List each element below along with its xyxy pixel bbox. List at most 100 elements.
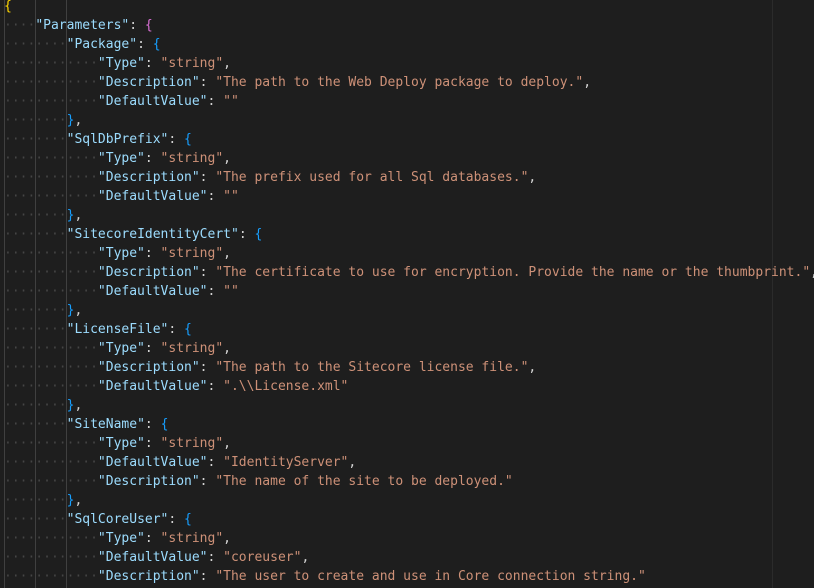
code-token-ws: ············ xyxy=(4,474,98,489)
code-token-str: "The path to the Sitecore license file." xyxy=(215,360,529,375)
code-token-str: "string" xyxy=(160,56,224,71)
code-line[interactable]: ············"Description": "The prefix u… xyxy=(4,168,536,187)
code-token-brace-3: { xyxy=(184,322,192,337)
code-line[interactable]: ········"SqlDbPrefix": { xyxy=(4,130,192,149)
code-token-str: ".\\License.xml" xyxy=(223,379,349,394)
code-token-key: "Type" xyxy=(97,246,145,261)
code-token-str: "The certificate to use for encryption. … xyxy=(215,265,811,280)
code-line[interactable]: ············"DefaultValue": "" xyxy=(4,282,239,301)
code-token-ws: ········ xyxy=(4,512,67,527)
code-line[interactable]: { xyxy=(4,0,12,16)
code-line[interactable]: ············"Type": "string", xyxy=(4,244,231,263)
code-line[interactable]: ············"Type": "string", xyxy=(4,54,231,73)
code-token-str: "" xyxy=(223,94,239,109)
code-token-str: "The prefix used for all Sql databases." xyxy=(215,170,529,185)
code-line[interactable]: ············"Description": "The path to … xyxy=(4,73,591,92)
code-editor[interactable]: {····"Parameters": {········"Package": {… xyxy=(0,0,814,588)
code-token-punc: , xyxy=(348,455,357,470)
code-line[interactable]: ········"SqlCoreUser": { xyxy=(4,510,192,529)
code-token-brace-3: { xyxy=(184,512,192,527)
code-token-ws: ············ xyxy=(4,379,98,394)
code-token-punc: : xyxy=(199,170,216,185)
code-token-str: "" xyxy=(223,189,239,204)
code-token-key: "Type" xyxy=(97,56,145,71)
code-line[interactable]: ············"Description": "The certific… xyxy=(4,263,814,282)
code-token-key: "Type" xyxy=(97,531,145,546)
code-token-brace-3: { xyxy=(152,37,161,52)
code-token-punc: : xyxy=(207,284,224,299)
code-line[interactable]: ············"Description": "The name of … xyxy=(4,472,513,491)
code-token-str: "IdentityServer" xyxy=(223,455,349,470)
code-token-punc: , xyxy=(528,360,537,375)
code-line[interactable]: ············"DefaultValue": "IdentitySer… xyxy=(4,453,356,472)
code-token-key: "DefaultValue" xyxy=(97,550,208,565)
code-token-punc: : xyxy=(199,75,216,90)
code-token-ws: ········ xyxy=(4,417,67,432)
code-token-brace-3: { xyxy=(160,417,169,432)
code-token-punc: , xyxy=(74,493,83,508)
code-token-punc: : xyxy=(144,151,161,166)
code-line[interactable]: ········}, xyxy=(4,206,82,225)
code-token-punc: , xyxy=(223,341,231,356)
code-token-key: "DefaultValue" xyxy=(97,455,208,470)
code-line[interactable]: ········"Package": { xyxy=(4,35,161,54)
code-token-str: "The name of the site to be deployed." xyxy=(215,474,513,489)
code-token-punc: : xyxy=(144,417,161,432)
code-line[interactable]: ············"Type": "string", xyxy=(4,529,231,548)
code-token-brace-3: { xyxy=(184,132,192,147)
code-line[interactable]: ····"Parameters": { xyxy=(4,16,153,35)
code-line[interactable]: ············"DefaultValue": "" xyxy=(4,92,239,111)
code-token-ws: ············ xyxy=(4,189,98,204)
code-token-key: "Description" xyxy=(97,265,200,280)
code-token-ws: ···· xyxy=(4,18,36,33)
code-token-str: "string" xyxy=(160,246,224,261)
code-token-punc: , xyxy=(223,436,231,451)
code-token-punc: : xyxy=(168,132,185,147)
code-token-ws: ········ xyxy=(4,322,67,337)
code-token-key: "Package" xyxy=(66,37,138,52)
code-line[interactable]: ········"SiteName": { xyxy=(4,415,168,434)
code-token-punc: : xyxy=(129,18,145,33)
code-token-key: "Type" xyxy=(97,151,145,166)
code-token-punc: : xyxy=(207,379,224,394)
code-token-punc: : xyxy=(238,227,255,242)
code-token-key: "DefaultValue" xyxy=(97,94,208,109)
code-token-key: "Parameters" xyxy=(35,18,130,33)
code-token-punc: : xyxy=(168,322,185,337)
code-token-punc: : xyxy=(144,56,161,71)
code-line[interactable]: ········}, xyxy=(4,111,82,130)
code-token-key: "DefaultValue" xyxy=(97,284,208,299)
code-token-str: "string" xyxy=(160,436,224,451)
editor-ruler xyxy=(772,0,773,588)
code-token-punc: : xyxy=(137,37,153,52)
code-line[interactable]: ········"SitecoreIdentityCert": { xyxy=(4,225,262,244)
code-token-ws: ············ xyxy=(4,531,98,546)
code-line[interactable]: ············"DefaultValue": ".\\License.… xyxy=(4,377,348,396)
code-line[interactable]: ········}, xyxy=(4,396,82,415)
code-token-punc: : xyxy=(199,569,216,584)
code-token-key: "Description" xyxy=(97,75,200,90)
code-token-punc: : xyxy=(168,512,185,527)
code-token-punc: , xyxy=(223,531,231,546)
code-token-punc: , xyxy=(74,113,83,128)
code-token-brace-1: { xyxy=(4,0,12,14)
code-token-ws: ············ xyxy=(4,75,98,90)
code-line[interactable]: ············"Type": "string", xyxy=(4,149,231,168)
code-line[interactable]: ········}, xyxy=(4,301,82,320)
code-token-punc: : xyxy=(144,436,161,451)
code-line[interactable]: ············"DefaultValue": "" xyxy=(4,187,239,206)
code-token-punc: : xyxy=(207,94,224,109)
code-token-punc: , xyxy=(301,550,310,565)
code-line[interactable]: ············"Type": "string", xyxy=(4,339,231,358)
code-token-punc: : xyxy=(207,189,224,204)
code-line[interactable]: ············"DefaultValue": "coreuser", xyxy=(4,548,309,567)
code-line[interactable]: ············"Type": "string", xyxy=(4,434,231,453)
code-line[interactable]: ········}, xyxy=(4,491,82,510)
code-line[interactable]: ········"LicenseFile": { xyxy=(4,320,192,339)
code-line[interactable]: ············"Description": "The path to … xyxy=(4,358,536,377)
code-token-punc: : xyxy=(199,265,216,280)
code-line[interactable]: ············"Description": "The user to … xyxy=(4,567,646,586)
code-token-key: "DefaultValue" xyxy=(97,379,208,394)
code-token-punc: : xyxy=(199,474,216,489)
code-token-punc: : xyxy=(207,550,224,565)
